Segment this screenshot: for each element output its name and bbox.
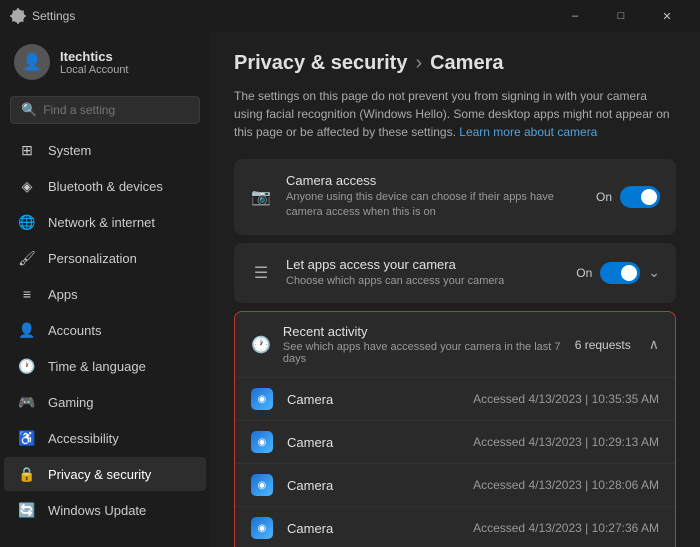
- apps-icon: ≡: [18, 285, 36, 303]
- sidebar-item-time[interactable]: 🕐 Time & language: [4, 349, 206, 383]
- privacy-icon: 🔒: [18, 465, 36, 483]
- app-name-3: Camera: [287, 521, 459, 536]
- camera-access-sublabel: Anyone using this device can choose if t…: [286, 190, 582, 221]
- activity-item-0: Camera Accessed 4/13/2023 | 10:35:35 AM: [235, 378, 675, 420]
- let-apps-chevron[interactable]: ⌄: [648, 264, 660, 281]
- activity-subtitle: See which apps have accessed your camera…: [283, 341, 563, 365]
- title-bar: Settings – □ ✕: [0, 0, 700, 32]
- sidebar-item-label: System: [48, 143, 91, 158]
- camera-access-row: 📷 Camera access Anyone using this device…: [234, 159, 676, 235]
- settings-window: Settings – □ ✕ 👤 Itechtics Local Account…: [0, 0, 700, 547]
- app-time-3: Accessed 4/13/2023 | 10:27:36 AM: [473, 521, 659, 535]
- sidebar-item-apps[interactable]: ≡ Apps: [4, 277, 206, 311]
- settings-window-icon: [10, 8, 26, 24]
- window-controls: – □ ✕: [552, 0, 690, 32]
- breadcrumb-separator: ›: [415, 52, 422, 75]
- sidebar-item-privacy[interactable]: 🔒 Privacy & security: [4, 457, 206, 491]
- apps-access-icon: ☰: [250, 262, 272, 284]
- user-section: 👤 Itechtics Local Account: [0, 32, 210, 92]
- window-title: Settings: [32, 9, 552, 23]
- sidebar-item-label: Bluetooth & devices: [48, 179, 163, 194]
- system-icon: ⊞: [18, 141, 36, 159]
- camera-access-label: Camera access: [286, 173, 582, 188]
- app-icon-3: [251, 517, 273, 539]
- sidebar-item-label: Accessibility: [48, 431, 119, 446]
- user-role: Local Account: [60, 64, 129, 76]
- camera-icon: 📷: [250, 186, 272, 208]
- app-icon-2: [251, 474, 273, 496]
- sidebar-item-personalization[interactable]: 🖌 Personalization: [4, 241, 206, 275]
- app-icon-1: [251, 431, 273, 453]
- activity-count: 6 requests: [575, 338, 631, 352]
- breadcrumb-current: Camera: [430, 52, 503, 75]
- app-time-2: Accessed 4/13/2023 | 10:28:06 AM: [473, 478, 659, 492]
- time-icon: 🕐: [18, 357, 36, 375]
- activity-item-2: Camera Accessed 4/13/2023 | 10:28:06 AM: [235, 463, 675, 506]
- sidebar-item-system[interactable]: ⊞ System: [4, 133, 206, 167]
- maximize-button[interactable]: □: [598, 0, 644, 32]
- page-description: The settings on this page do not prevent…: [234, 87, 676, 141]
- activity-chevron[interactable]: ∧: [649, 336, 659, 353]
- learn-more-link[interactable]: Learn more about camera: [459, 125, 597, 139]
- sidebar-item-label: Gaming: [48, 395, 94, 410]
- camera-access-status: On: [596, 190, 612, 204]
- let-apps-row: ☰ Let apps access your camera Choose whi…: [234, 243, 676, 303]
- sidebar-item-label: Windows Update: [48, 503, 146, 518]
- app-name-2: Camera: [287, 478, 459, 493]
- accounts-icon: 👤: [18, 321, 36, 339]
- avatar: 👤: [14, 44, 50, 80]
- close-button[interactable]: ✕: [644, 0, 690, 32]
- sidebar-item-gaming[interactable]: 🎮 Gaming: [4, 385, 206, 419]
- accessibility-icon: ♿: [18, 429, 36, 447]
- sidebar-item-bluetooth[interactable]: ◈ Bluetooth & devices: [4, 169, 206, 203]
- sidebar-item-update[interactable]: 🔄 Windows Update: [4, 493, 206, 527]
- sidebar-item-label: Network & internet: [48, 215, 155, 230]
- camera-access-toggle[interactable]: [620, 186, 660, 208]
- activity-title: Recent activity: [283, 324, 563, 339]
- update-icon: 🔄: [18, 501, 36, 519]
- sidebar: 👤 Itechtics Local Account 🔍 ⊞ System ◈ B…: [0, 32, 210, 547]
- window-content: 👤 Itechtics Local Account 🔍 ⊞ System ◈ B…: [0, 32, 700, 547]
- activity-item-1: Camera Accessed 4/13/2023 | 10:29:13 AM: [235, 420, 675, 463]
- sidebar-item-accounts[interactable]: 👤 Accounts: [4, 313, 206, 347]
- let-apps-card: ☰ Let apps access your camera Choose whi…: [234, 243, 676, 303]
- sidebar-item-label: Privacy & security: [48, 467, 151, 482]
- sidebar-item-label: Time & language: [48, 359, 146, 374]
- bluetooth-icon: ◈: [18, 177, 36, 195]
- sidebar-item-accessibility[interactable]: ♿ Accessibility: [4, 421, 206, 455]
- personalization-icon: 🖌: [18, 249, 36, 267]
- app-time-1: Accessed 4/13/2023 | 10:29:13 AM: [473, 435, 659, 449]
- search-input[interactable]: [43, 103, 198, 117]
- activity-icon: 🕐: [251, 335, 271, 355]
- minimize-button[interactable]: –: [552, 0, 598, 32]
- sidebar-item-label: Personalization: [48, 251, 137, 266]
- main-content: Privacy & security › Camera The settings…: [210, 32, 700, 547]
- let-apps-status: On: [576, 266, 592, 280]
- app-icon-0: [251, 388, 273, 410]
- sidebar-item-label: Accounts: [48, 323, 101, 338]
- let-apps-toggle[interactable]: [600, 262, 640, 284]
- breadcrumb: Privacy & security › Camera: [234, 52, 676, 75]
- breadcrumb-parent[interactable]: Privacy & security: [234, 52, 407, 75]
- network-icon: 🌐: [18, 213, 36, 231]
- camera-access-card: 📷 Camera access Anyone using this device…: [234, 159, 676, 235]
- search-box[interactable]: 🔍: [10, 96, 200, 124]
- app-time-0: Accessed 4/13/2023 | 10:35:35 AM: [473, 392, 659, 406]
- app-name-1: Camera: [287, 435, 459, 450]
- sidebar-item-label: Apps: [48, 287, 78, 302]
- activity-item-3: Camera Accessed 4/13/2023 | 10:27:36 AM: [235, 506, 675, 547]
- gaming-icon: 🎮: [18, 393, 36, 411]
- app-name-0: Camera: [287, 392, 459, 407]
- search-icon: 🔍: [21, 102, 37, 118]
- user-name: Itechtics: [60, 49, 129, 64]
- sidebar-item-network[interactable]: 🌐 Network & internet: [4, 205, 206, 239]
- activity-header: 🕐 Recent activity See which apps have ac…: [235, 312, 675, 378]
- recent-activity-card: 🕐 Recent activity See which apps have ac…: [234, 311, 676, 547]
- let-apps-sublabel: Choose which apps can access your camera: [286, 274, 562, 289]
- let-apps-label: Let apps access your camera: [286, 257, 562, 272]
